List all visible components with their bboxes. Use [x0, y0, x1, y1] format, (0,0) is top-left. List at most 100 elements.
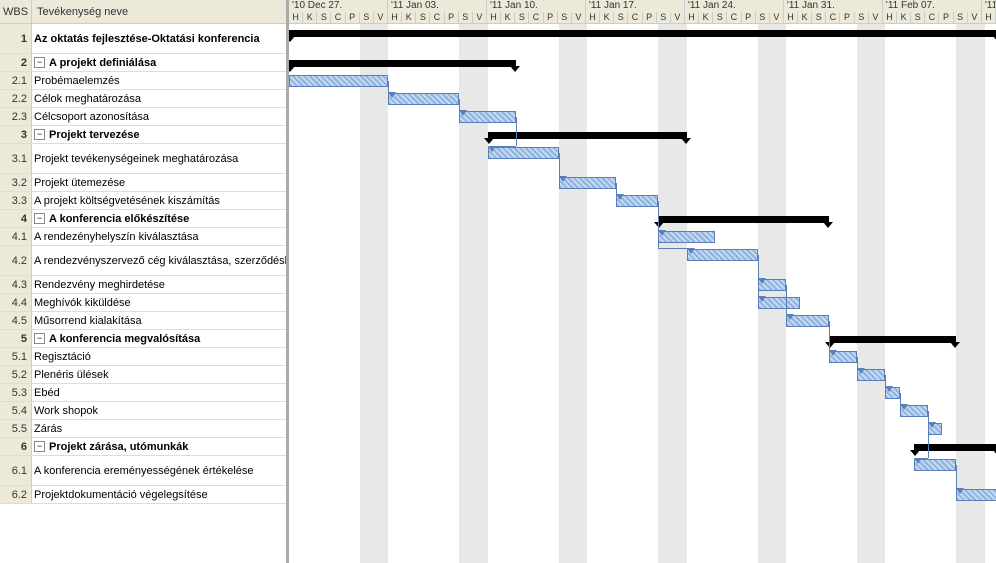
timeline-week: '11 Jan 17.: [586, 0, 685, 12]
task-row[interactable]: 6.1A konferencia ereményességének értéke…: [0, 456, 286, 486]
name-cell: Zárás: [32, 420, 286, 437]
task-bar[interactable]: [687, 249, 758, 261]
dependency-arrow-icon: [559, 176, 567, 182]
expander-icon[interactable]: −: [34, 333, 45, 344]
task-name-label: Projekt zárása, utómunkák: [49, 441, 188, 453]
timeline-day: H: [487, 12, 501, 24]
gantt-area[interactable]: [289, 24, 996, 563]
task-row[interactable]: 2.1Probémaelemzés: [0, 72, 286, 90]
timeline-day: S: [855, 12, 869, 24]
gantt-row: [289, 54, 996, 72]
gantt-app: WBS Tevékenység neve 1Az oktatás fejlesz…: [0, 0, 996, 563]
timeline-day: S: [515, 12, 529, 24]
dependency-line: [900, 393, 901, 404]
task-row[interactable]: 5.1Regisztáció: [0, 348, 286, 366]
name-cell: −Projekt zárása, utómunkák: [32, 438, 286, 455]
timeline-day: V: [572, 12, 586, 24]
task-row[interactable]: 2.2Célok meghatározása: [0, 90, 286, 108]
summary-bar[interactable]: [488, 132, 687, 139]
task-row[interactable]: 5.4Work shopok: [0, 402, 286, 420]
task-row[interactable]: 2−A projekt definiálása: [0, 54, 286, 72]
gantt-row: [289, 228, 996, 246]
task-bar[interactable]: [658, 231, 715, 243]
name-cell: Ebéd: [32, 384, 286, 401]
task-row[interactable]: 5.3Ebéd: [0, 384, 286, 402]
wbs-cell: 5.3: [0, 384, 32, 401]
summary-bar[interactable]: [289, 30, 996, 37]
gantt-row: [289, 312, 996, 330]
timeline-day: V: [473, 12, 487, 24]
summary-bar[interactable]: [914, 444, 996, 451]
gantt-row: [289, 246, 996, 276]
name-cell: Meghívók kiküldése: [32, 294, 286, 311]
gantt-row: [289, 402, 996, 420]
task-bar[interactable]: [388, 93, 459, 105]
timeline-day: S: [360, 12, 374, 24]
task-name-label: Rendezvény meghirdetése: [34, 279, 165, 291]
timeline-day: H: [784, 12, 798, 24]
timeline-day: C: [925, 12, 939, 24]
dependency-arrow-icon: [758, 296, 766, 302]
task-bar[interactable]: [289, 75, 388, 87]
task-name-label: Probémaelemzés: [34, 75, 120, 87]
task-row[interactable]: 3.1Projekt tevékenységeinek meghatározás…: [0, 144, 286, 174]
dependency-line: [459, 99, 460, 110]
task-row[interactable]: 3.3A projekt költségvetésének kiszámítás: [0, 192, 286, 210]
name-cell: Célcsoport azonosítása: [32, 108, 286, 125]
timeline-day: K: [897, 12, 911, 24]
dependency-line: [829, 321, 830, 350]
dependency-arrow-icon: [885, 386, 893, 392]
name-cell: Rendezvény meghirdetése: [32, 276, 286, 293]
task-row[interactable]: 4.5Műsorrend kialakítása: [0, 312, 286, 330]
wbs-cell: 4.1: [0, 228, 32, 245]
wbs-cell: 5.5: [0, 420, 32, 437]
task-row[interactable]: 4.4Meghívók kiküldése: [0, 294, 286, 312]
wbs-cell: 4.2: [0, 246, 32, 275]
timeline-day: V: [770, 12, 784, 24]
task-row[interactable]: 4−A konferencia előkészítése: [0, 210, 286, 228]
task-name-label: A projekt definiálása: [49, 57, 156, 69]
gantt-row: [289, 330, 996, 348]
timeline-day: S: [713, 12, 727, 24]
task-row[interactable]: 5.5Zárás: [0, 420, 286, 438]
summary-bar[interactable]: [289, 60, 516, 67]
expander-icon[interactable]: −: [34, 213, 45, 224]
name-cell: Probémaelemzés: [32, 72, 286, 89]
name-cell: Regisztáció: [32, 348, 286, 365]
gantt-row: [289, 486, 996, 504]
timeline-day: C: [826, 12, 840, 24]
task-row[interactable]: 5−A konferencia megvalósítása: [0, 330, 286, 348]
timeline-day: H: [289, 12, 303, 24]
task-row[interactable]: 3.2Projekt ütemezése: [0, 174, 286, 192]
gantt-row: [289, 366, 996, 384]
summary-bar[interactable]: [658, 216, 828, 223]
task-row[interactable]: 4.1A rendezényhelyszín kiválasztása: [0, 228, 286, 246]
expander-icon[interactable]: −: [34, 57, 45, 68]
timeline-day: V: [968, 12, 982, 24]
expander-icon[interactable]: −: [34, 129, 45, 140]
dependency-arrow-icon: [758, 278, 766, 284]
task-row[interactable]: 5.2Plenéris ülések: [0, 366, 286, 384]
dependency-arrow-icon: [786, 314, 794, 320]
task-bar[interactable]: [488, 147, 559, 159]
timeline-day: S: [657, 12, 671, 24]
task-row[interactable]: 4.2A rendezvényszervező cég kiválasztása…: [0, 246, 286, 276]
task-row[interactable]: 2.3Célcsoport azonosítása: [0, 108, 286, 126]
task-row[interactable]: 4.3Rendezvény meghirdetése: [0, 276, 286, 294]
task-list-header: WBS Tevékenység neve: [0, 0, 286, 24]
column-header-wbs[interactable]: WBS: [0, 0, 32, 23]
task-bar[interactable]: [459, 111, 516, 123]
wbs-cell: 5.2: [0, 366, 32, 383]
summary-bar[interactable]: [829, 336, 957, 343]
task-row[interactable]: 1Az oktatás fejlesztése-Oktatási konfere…: [0, 24, 286, 54]
task-row[interactable]: 6.2Projektdokumentáció végelegsítése: [0, 486, 286, 504]
task-bar[interactable]: [559, 177, 616, 189]
task-row[interactable]: 3−Projekt tervezése: [0, 126, 286, 144]
expander-icon[interactable]: −: [34, 441, 45, 452]
column-header-name[interactable]: Tevékenység neve: [32, 0, 286, 23]
task-row[interactable]: 6−Projekt zárása, utómunkák: [0, 438, 286, 456]
dependency-arrow-icon: [687, 248, 695, 254]
gantt-panel: '10 Dec 27.'11 Jan 03.'11 Jan 10.'11 Jan…: [289, 0, 996, 563]
task-name-label: Célcsoport azonosítása: [34, 111, 149, 123]
wbs-cell: 6.1: [0, 456, 32, 485]
